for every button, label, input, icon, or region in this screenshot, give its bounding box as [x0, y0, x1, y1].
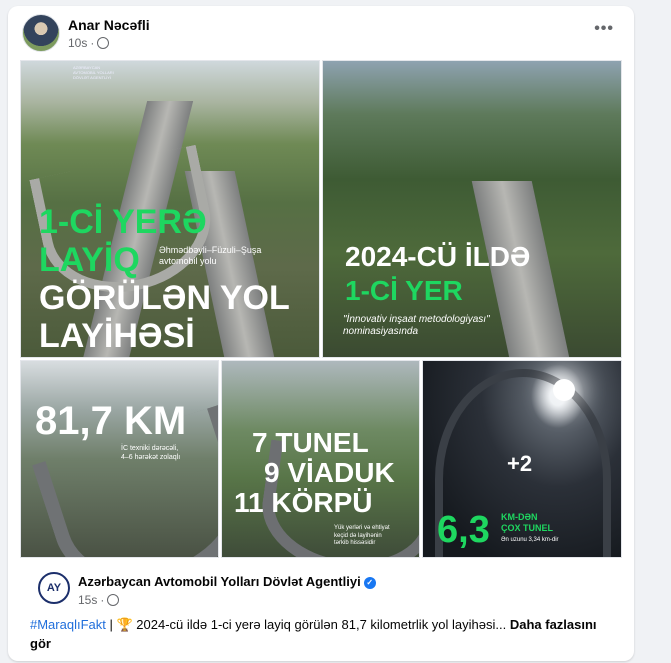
image-tile-5[interactable]: +2 6,3 KM-DƏN ÇOX TUNEL Ən uzunu 3,34 km… — [422, 360, 622, 558]
tile5-line2: ÇOX TUNEL — [501, 523, 554, 533]
tile2-line2: 1-Cİ YER — [345, 275, 463, 306]
tile1-line3: GÖRÜLƏN YOL — [39, 279, 290, 317]
more-options-icon[interactable]: ••• — [594, 20, 614, 38]
image-tile-3[interactable]: 81,7 KM İC texniki dərəcəli, 4–6 hərəkət… — [20, 360, 219, 558]
tile1-line1: 1-Cİ YERƏ — [39, 203, 207, 241]
shared-post-meta: 15s · — [78, 593, 120, 607]
image-tile-2[interactable]: 2024-CÜ İLDƏ 1-Cİ YER "İnnovativ inşaat … — [322, 60, 622, 358]
org-avatar[interactable]: AY — [38, 572, 70, 604]
tile5-big-number: 6,3 — [437, 509, 490, 551]
agency-watermark: AZƏRBAYCAN AVTOMOBİL YOLLARI DÖVLƏT AGEN… — [73, 65, 114, 80]
post-meta: 10s · — [68, 36, 110, 50]
tile4-line3: 11 KÖRPÜ — [234, 487, 373, 518]
post-caption: #MaraqlıFakt | 🏆 2024-cü ildə 1-ci yerə … — [30, 616, 610, 654]
globe-icon — [107, 594, 120, 606]
shared-post: AY Azərbaycan Avtomobil Yolları Dövlət A… — [20, 560, 622, 656]
tile1-line4: LAYİHƏSİ — [39, 317, 195, 355]
tile4-subtitle: Yük yerləri və ehtiyat keçid də layihəni… — [334, 525, 390, 546]
verified-badge-icon: ✓ — [363, 577, 376, 589]
image-tile-1[interactable]: AZƏRBAYCAN AVTOMOBİL YOLLARI DÖVLƏT AGEN… — [20, 60, 320, 358]
tile4-line1: 7 TUNEL — [252, 427, 369, 458]
tile3-headline: 81,7 KM — [35, 399, 187, 443]
meta-separator: · — [100, 593, 105, 607]
globe-icon — [97, 37, 110, 49]
tunnel-light-graphic — [553, 379, 575, 401]
org-name[interactable]: Azərbaycan Avtomobil Yolları Dövlət Agen… — [78, 574, 376, 589]
meta-separator: · — [90, 36, 95, 50]
shared-post-time[interactable]: 15s — [78, 593, 97, 607]
tile1-subtitle: Əhmədbəyli–Füzuli–Şuşa avtomobil yolu — [159, 245, 262, 267]
tile1-line2: LAYİQ — [39, 241, 140, 279]
org-name-text[interactable]: Azərbaycan Avtomobil Yolları Dövlət Agen… — [78, 574, 361, 589]
more-images-count[interactable]: +2 — [507, 453, 532, 475]
post-header: Anar Nəcəfli 10s · ••• — [22, 14, 620, 54]
image-grid: AZƏRBAYCAN AVTOMOBİL YOLLARI DÖVLƏT AGEN… — [20, 60, 622, 558]
tile2-subtitle: "İnnovativ inşaat metodologiyası" nomina… — [343, 314, 490, 337]
tile5-subtitle: Ən uzunu 3,34 km-dir — [501, 537, 559, 543]
post-time[interactable]: 10s — [68, 36, 87, 50]
post-card: Anar Nəcəfli 10s · ••• AZƏRBAYCAN AVTOMO… — [8, 6, 634, 661]
tile5-line1: KM-DƏN — [501, 512, 538, 522]
caption-text: | 🏆 2024-cü ildə 1-ci yerə layiq görülən… — [105, 617, 507, 632]
author-avatar[interactable] — [22, 14, 60, 52]
image-tile-4[interactable]: 7 TUNEL 9 VİADUK 11 KÖRPÜ Yük yerləri və… — [221, 360, 420, 558]
tile3-subtitle: İC texniki dərəcəli, 4–6 hərəkət zolaqlı — [121, 445, 181, 461]
tile4-line2: 9 VİADUK — [264, 457, 395, 488]
author-name[interactable]: Anar Nəcəfli — [68, 17, 150, 33]
hashtag-link[interactable]: #MaraqlıFakt — [30, 617, 106, 632]
tile2-line1: 2024-CÜ İLDƏ — [345, 241, 531, 272]
